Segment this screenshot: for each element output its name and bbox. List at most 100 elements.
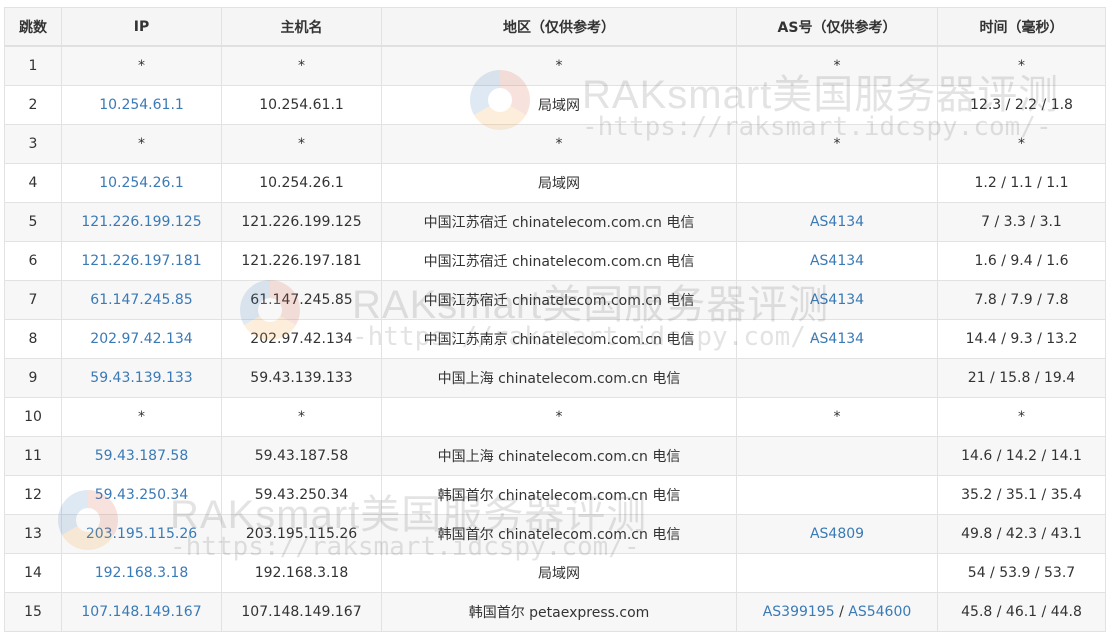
hostname-cell: 59.43.187.58 [221, 436, 382, 476]
table-header: 跳数 IP 主机名 地区（仅供参考） AS号（仅供参考） 时间（毫秒） [4, 7, 1106, 47]
hostname-cell: * [221, 124, 382, 164]
hop-number-cell: 15 [4, 592, 62, 632]
ip-link[interactable]: 10.254.26.1 [99, 175, 184, 191]
hop-number-cell: 2 [4, 85, 62, 125]
table-row: 12 59.43.250.34 59.43.250.34 韩国首尔 chinatele… [4, 475, 1106, 515]
region-cell: 局域网 [381, 553, 737, 593]
header-hostname: 主机名 [221, 7, 382, 47]
as-number-cell: AS4134 [736, 241, 938, 281]
as-number-cell [736, 553, 938, 593]
hop-number-cell: 12 [4, 475, 62, 515]
header-as-number: AS号（仅供参考） [736, 7, 938, 47]
time-cell: 1.2 / 1.1 / 1.1 [937, 163, 1106, 203]
hop-number-cell: 1 [4, 45, 62, 86]
as-number-cell: AS4134 [736, 280, 938, 320]
traceroute-table: 跳数 IP 主机名 地区（仅供参考） AS号（仅供参考） 时间（毫秒） 1 * * *… [4, 7, 1106, 632]
traceroute-table-container: 跳数 IP 主机名 地区（仅供参考） AS号（仅供参考） 时间（毫秒） 1 * * *… [4, 7, 1106, 632]
as-number-cell: AS4809 [736, 514, 938, 554]
ip-link[interactable]: 192.168.3.18 [95, 565, 189, 581]
ip-cell: 59.43.187.58 [61, 436, 222, 476]
table-row: 10 * * * * * [4, 397, 1106, 437]
time-cell: 12.3 / 2.2 / 1.8 [937, 85, 1106, 125]
region-cell: * [381, 45, 737, 86]
hop-number-cell: 6 [4, 241, 62, 281]
ip-cell: 202.97.42.134 [61, 319, 222, 359]
hostname-cell: 203.195.115.26 [221, 514, 382, 554]
time-cell: * [937, 45, 1106, 86]
hop-number-cell: 9 [4, 358, 62, 398]
ip-link[interactable]: 59.43.139.133 [90, 370, 192, 386]
as-number-cell: * [736, 397, 938, 437]
hop-number-cell: 10 [4, 397, 62, 437]
ip-link[interactable]: 59.43.250.34 [95, 487, 189, 503]
ip-cell: 121.226.197.181 [61, 241, 222, 281]
as-number-cell: AS4134 [736, 319, 938, 359]
ip-link[interactable]: 59.43.187.58 [95, 448, 189, 464]
region-cell: 中国江苏宿迁 chinatelecom.com.cn 电信 [381, 202, 737, 242]
as-link[interactable]: AS4809 [810, 526, 864, 542]
as-number-cell [736, 436, 938, 476]
time-cell: 7 / 3.3 / 3.1 [937, 202, 1106, 242]
ip-cell: 10.254.26.1 [61, 163, 222, 203]
table-row: 7 61.147.245.85 61.147.245.85 中国江苏宿迁 chinat… [4, 280, 1106, 320]
ip-link[interactable]: 121.226.197.181 [81, 253, 201, 269]
as-number-cell [736, 163, 938, 203]
time-cell: 54 / 53.9 / 53.7 [937, 553, 1106, 593]
ip-link[interactable]: 10.254.61.1 [99, 97, 184, 113]
ip-link[interactable]: 121.226.199.125 [81, 214, 201, 230]
region-cell: * [381, 124, 737, 164]
hop-number-cell: 14 [4, 553, 62, 593]
hostname-cell: 121.226.199.125 [221, 202, 382, 242]
hostname-cell: 10.254.61.1 [221, 85, 382, 125]
as-link[interactable]: AS4134 [810, 292, 864, 308]
hostname-cell: 59.43.250.34 [221, 475, 382, 515]
as-link[interactable]: AS4134 [810, 214, 864, 230]
as-separator: / [834, 604, 849, 620]
table-row: 14 192.168.3.18 192.168.3.18 局域网 54 / 53.9 /… [4, 553, 1106, 593]
as-link[interactable]: AS399195 [763, 604, 835, 620]
hop-number-cell: 13 [4, 514, 62, 554]
table-row: 11 59.43.187.58 59.43.187.58 中国上海 chinatele… [4, 436, 1106, 476]
as-number-cell [736, 475, 938, 515]
header-ip: IP [61, 7, 222, 47]
ip-link[interactable]: 107.148.149.167 [81, 604, 201, 620]
table-row: 5 121.226.199.125 121.226.199.125 中国江苏宿迁 ch… [4, 202, 1106, 242]
hop-number-cell: 7 [4, 280, 62, 320]
region-cell: 韩国首尔 chinatelecom.com.cn 电信 [381, 514, 737, 554]
hostname-cell: 107.148.149.167 [221, 592, 382, 632]
hop-number-cell: 3 [4, 124, 62, 164]
time-cell: 14.4 / 9.3 / 13.2 [937, 319, 1106, 359]
region-cell: 中国江苏宿迁 chinatelecom.com.cn 电信 [381, 280, 737, 320]
as-number-cell: AS4134 [736, 202, 938, 242]
ip-link[interactable]: 202.97.42.134 [90, 331, 192, 347]
table-row: 4 10.254.26.1 10.254.26.1 局域网 1.2 / 1.1 / 1.… [4, 163, 1106, 203]
table-row: 9 59.43.139.133 59.43.139.133 中国上海 chinatel… [4, 358, 1106, 398]
table-row: 6 121.226.197.181 121.226.197.181 中国江苏宿迁 ch… [4, 241, 1106, 281]
region-cell: 韩国首尔 petaexpress.com [381, 592, 737, 632]
hostname-cell: * [221, 397, 382, 437]
ip-cell: 203.195.115.26 [61, 514, 222, 554]
ip-link[interactable]: 203.195.115.26 [86, 526, 197, 542]
hop-number-cell: 5 [4, 202, 62, 242]
ip-cell: 10.254.61.1 [61, 85, 222, 125]
table-row: 2 10.254.61.1 10.254.61.1 局域网 12.3 / 2.2 / 1… [4, 85, 1106, 125]
hostname-cell: * [221, 45, 382, 86]
ip-link[interactable]: 61.147.245.85 [90, 292, 192, 308]
hostname-cell: 121.226.197.181 [221, 241, 382, 281]
ip-cell: * [61, 397, 222, 437]
hop-number-cell: 8 [4, 319, 62, 359]
ip-cell: 121.226.199.125 [61, 202, 222, 242]
as-link[interactable]: AS4134 [810, 331, 864, 347]
header-region: 地区（仅供参考） [381, 7, 737, 47]
region-cell: 中国上海 chinatelecom.com.cn 电信 [381, 436, 737, 476]
as-number-cell [736, 85, 938, 125]
hop-number-cell: 4 [4, 163, 62, 203]
ip-cell: 192.168.3.18 [61, 553, 222, 593]
table-body: 1 * * * * * 2 10.254.61.1 10.254.61.1 局域网 12.3 / 2… [4, 45, 1106, 632]
as-link[interactable]: AS54600 [848, 604, 911, 620]
as-number-cell: * [736, 45, 938, 86]
table-row: 1 * * * * * [4, 45, 1106, 86]
time-cell: * [937, 397, 1106, 437]
as-link[interactable]: AS4134 [810, 253, 864, 269]
time-cell: 1.6 / 9.4 / 1.6 [937, 241, 1106, 281]
